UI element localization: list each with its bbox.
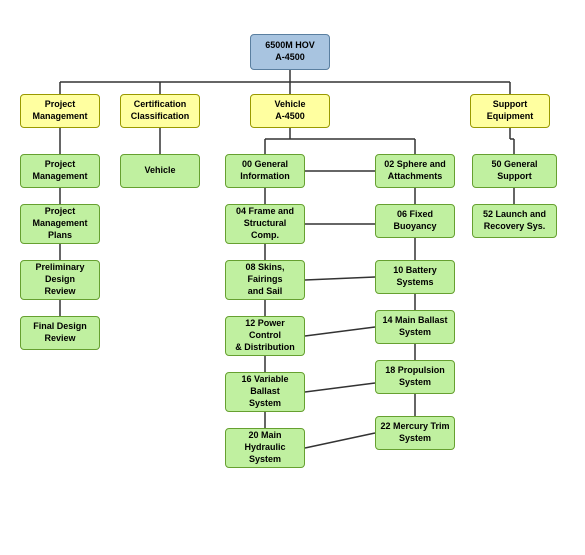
node-v10: 14 Main BallastSystem [375,310,455,344]
node-v4: 12 PowerControl& Distribution [225,316,305,356]
node-pm4: Final DesignReview [20,316,100,350]
node-s1: 50 GeneralSupport [472,154,557,188]
node-v1: 00 GeneralInformation [225,154,305,188]
node-v6: 20 MainHydraulicSystem [225,428,305,468]
node-v12: 22 Mercury TrimSystem [375,416,455,450]
node-vehicle_cat: VehicleA-4500 [250,94,330,128]
node-v7: 02 Sphere andAttachments [375,154,455,188]
node-cert1: Vehicle [120,154,200,188]
node-v8: 06 FixedBuoyancy [375,204,455,238]
node-v3: 08 Skins,Fairingsand Sail [225,260,305,300]
node-s2: 52 Launch andRecovery Sys. [472,204,557,238]
node-cert_cat: CertificationClassification [120,94,200,128]
node-v11: 18 PropulsionSystem [375,360,455,394]
node-pm1: ProjectManagement [20,154,100,188]
node-pm_cat: ProjectManagement [20,94,100,128]
node-root: 6500M HOVA-4500 [250,34,330,70]
node-support_cat: SupportEquipment [470,94,550,128]
node-v2: 04 Frame andStructuralComp. [225,204,305,244]
node-pm2: ProjectManagementPlans [20,204,100,244]
node-pm3: PreliminaryDesignReview [20,260,100,300]
node-v9: 10 BatterySystems [375,260,455,294]
chart-container: 6500M HOVA-4500 ProjectManagement Certific… [10,24,575,494]
node-v5: 16 VariableBallastSystem [225,372,305,412]
